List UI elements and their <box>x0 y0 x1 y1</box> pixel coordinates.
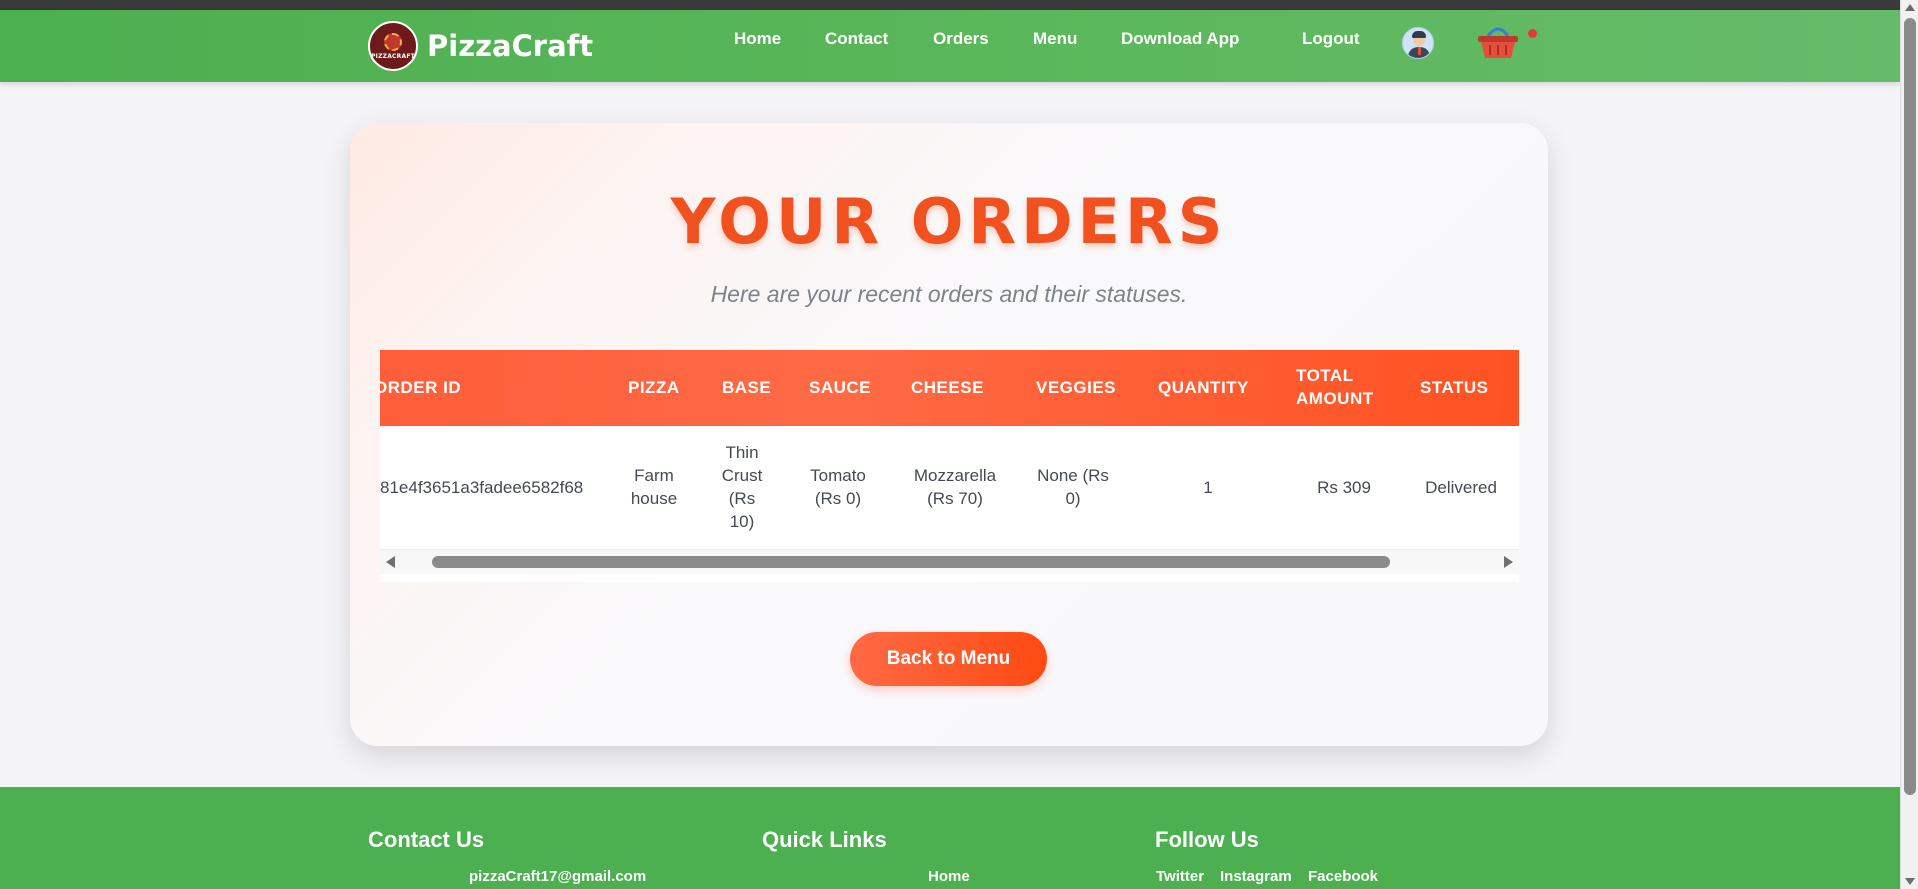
footer-link-twitter[interactable]: Twitter <box>1156 868 1204 885</box>
col-status: STATUS <box>1420 378 1489 397</box>
table-row: 81e4f3651a3fadee6582f68 Farm house Thin … <box>380 426 1519 550</box>
cell-veggies: None (Rs 0) <box>1037 466 1109 508</box>
logo-text: PIZZACRAFT <box>371 52 415 60</box>
cell-quantity: 1 <box>1203 478 1213 497</box>
footer-email[interactable]: pizzaCraft17@gmail.com <box>469 868 646 885</box>
navbar: PIZZACRAFT PizzaCraft Home Contact Order… <box>0 10 1900 82</box>
table-header: ORDER ID PIZZA BASE SAUCE CHEESE VEGGIES… <box>380 350 1519 426</box>
back-to-menu-button[interactable]: Back to Menu <box>850 632 1047 686</box>
shopping-basket-icon[interactable] <box>1476 24 1520 60</box>
cell-sauce: Tomato (Rs 0) <box>810 466 866 508</box>
col-order-id: ORDER ID <box>380 378 462 397</box>
cell-status: Delivered <box>1425 478 1497 497</box>
table-horizontal-scrollbar[interactable] <box>380 550 1519 574</box>
cell-order-id: 81e4f3651a3fadee6582f68 <box>380 478 584 497</box>
footer-link-instagram[interactable]: Instagram <box>1220 868 1292 885</box>
browser-top-strip <box>0 0 1900 10</box>
col-pizza: PIZZA <box>628 378 680 397</box>
col-sauce: SAUCE <box>809 378 872 397</box>
nav-logout[interactable]: Logout <box>1302 29 1360 49</box>
scroll-right-icon[interactable] <box>1504 556 1513 568</box>
orders-table: ORDER ID PIZZA BASE SAUCE CHEESE VEGGIES… <box>380 350 1519 582</box>
nav-home[interactable]: Home <box>734 29 781 49</box>
cell-base: Thin Crust (Rs 10) <box>721 443 763 531</box>
scroll-down-icon[interactable] <box>1905 878 1915 885</box>
cart-notification-dot <box>1528 29 1537 38</box>
footer: Contact Us pizzaCraft17@gmail.com Quick … <box>0 787 1900 889</box>
nav-download-app[interactable]: Download App <box>1121 29 1239 49</box>
scrollbar-thumb[interactable] <box>432 556 1390 568</box>
user-avatar-icon[interactable] <box>1402 27 1434 59</box>
brand-logo[interactable]: PIZZACRAFT PizzaCraft <box>368 21 593 71</box>
scroll-left-icon[interactable] <box>386 556 395 568</box>
nav-orders[interactable]: Orders <box>933 29 989 49</box>
page-subtitle: Here are your recent orders and their st… <box>710 281 1188 307</box>
nav-contact[interactable]: Contact <box>825 29 888 49</box>
footer-follow-title: Follow Us <box>1155 827 1259 852</box>
cell-cheese: Mozzarella (Rs 70) <box>913 466 997 508</box>
pizza-logo-icon: PIZZACRAFT <box>368 21 418 71</box>
footer-contact-title: Contact Us <box>368 827 485 852</box>
footer-link-home[interactable]: Home <box>928 868 970 885</box>
footer-link-facebook[interactable]: Facebook <box>1308 868 1378 885</box>
cell-pizza: Farm house <box>630 466 678 508</box>
col-veggies: VEGGIES <box>1036 378 1117 397</box>
footer-quick-links-title: Quick Links <box>762 827 887 852</box>
nav-menu[interactable]: Menu <box>1033 29 1077 49</box>
brand-name: PizzaCraft <box>427 29 594 63</box>
page-title: YOUR ORDERS <box>670 185 1228 258</box>
col-quantity: QUANTITY <box>1158 378 1249 397</box>
page-vertical-scrollbar[interactable] <box>1900 0 1918 889</box>
scroll-up-icon[interactable] <box>1905 4 1915 11</box>
col-total-amount: TOTAL AMOUNT <box>1296 366 1374 408</box>
cell-total-amount: Rs 309 <box>1317 478 1371 497</box>
page-scrollbar-thumb[interactable] <box>1904 18 1916 795</box>
col-base: BASE <box>722 378 772 397</box>
col-cheese: CHEESE <box>911 378 984 397</box>
orders-card: YOUR ORDERS Here are your recent orders … <box>350 123 1548 746</box>
